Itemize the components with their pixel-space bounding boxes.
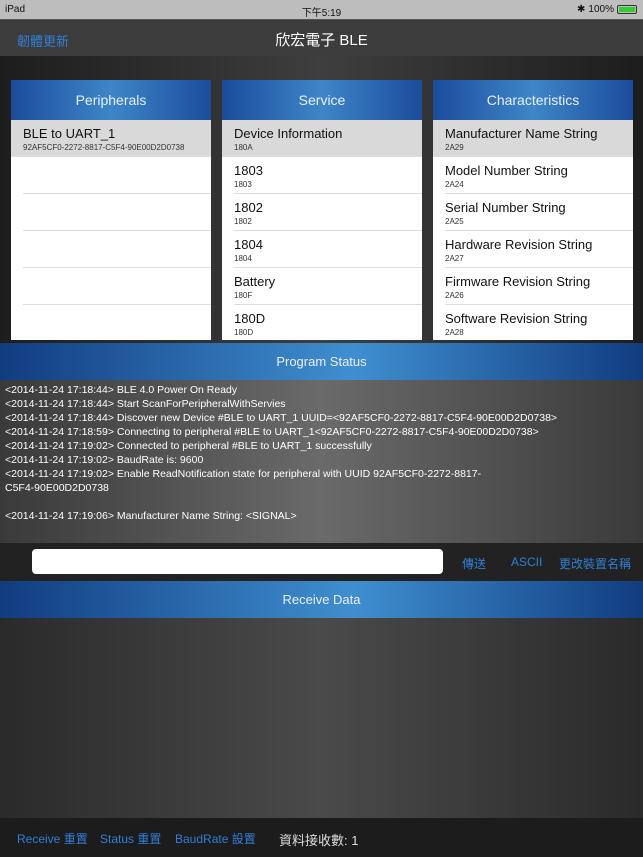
received-count: 資料接收數: 1 <box>279 833 359 848</box>
clock: 下午5:19 <box>301 8 342 19</box>
item-title: Hardware Revision String <box>445 237 593 252</box>
item-uuid: 2A27 <box>445 254 464 263</box>
list-item[interactable]: 180D 180D <box>234 305 422 340</box>
item-uuid: 180A <box>234 143 253 152</box>
item-title: 1804 <box>234 237 263 252</box>
item-title: Firmware Revision String <box>445 274 591 289</box>
item-uuid: 180F <box>234 291 253 300</box>
send-button[interactable]: 傳送 <box>462 555 486 572</box>
item-title: Serial Number String <box>445 200 566 215</box>
input-bar: 傳送 ASCII 更改裝置名稱 <box>0 543 643 581</box>
item-title: Manufacturer Name String <box>445 126 598 141</box>
list-item[interactable]: 1803 1803 <box>234 157 422 194</box>
item-title: Device Information <box>234 126 343 141</box>
item-uuid: 2A29 <box>445 143 464 152</box>
item-uuid: 1803 <box>234 180 252 189</box>
item-title: Software Revision String <box>445 311 588 326</box>
battery-percent: 100% <box>588 4 614 15</box>
status-bar: iPad 下午5:19 ✱ 100% <box>0 0 643 19</box>
item-uuid: 2A26 <box>445 291 464 300</box>
list-item[interactable]: 1802 1802 <box>234 194 422 231</box>
receive-reset-button[interactable]: Receive 重置 <box>17 830 88 847</box>
baudrate-button[interactable]: BaudRate 設置 <box>175 830 256 847</box>
service-header: Service <box>222 80 422 120</box>
bottom-toolbar: Receive 重置 Status 重置 BaudRate 設置 資料接收數: … <box>0 818 643 857</box>
list-item[interactable]: Software Revision String 2A28 <box>445 305 633 340</box>
receive-data-area[interactable] <box>0 618 643 818</box>
item-uuid: 1804 <box>234 254 252 263</box>
receive-data-header: Receive Data <box>0 581 643 618</box>
characteristics-panel: Characteristics Manufacturer Name String 2… <box>433 80 633 340</box>
list-item[interactable]: Model Number String 2A24 <box>445 157 633 194</box>
list-item[interactable]: Device Information 180A <box>222 120 422 157</box>
item-uuid: 2A28 <box>445 328 464 337</box>
characteristics-header: Characteristics <box>433 80 633 120</box>
item-uuid: 180D <box>234 328 254 337</box>
service-panel: Service Device Information 180A 1803 1803 180… <box>222 80 422 340</box>
page-title: 欣宏電子 BLE <box>275 32 368 49</box>
list-item[interactable]: Firmware Revision String 2A26 <box>445 268 633 305</box>
item-title: 180D <box>234 311 266 326</box>
program-status-header: Program Status <box>0 343 643 380</box>
item-uuid: 92AF5CF0-2272-8817-C5F4-90E00D2D0738 <box>23 143 185 152</box>
item-title: Model Number String <box>445 163 568 178</box>
item-uuid: 2A24 <box>445 180 464 189</box>
rename-device-button[interactable]: 更改裝置名稱 <box>559 555 631 572</box>
list-item[interactable]: Serial Number String 2A25 <box>445 194 633 231</box>
item-title: 1802 <box>234 200 263 215</box>
item-title: Battery <box>234 274 276 289</box>
item-uuid: 2A25 <box>445 217 464 226</box>
battery-icon <box>617 5 637 14</box>
ascii-button[interactable]: ASCII <box>511 555 542 569</box>
item-uuid: 1802 <box>234 217 252 226</box>
item-title: BLE to UART_1 <box>23 126 116 141</box>
list-item[interactable] <box>23 194 211 231</box>
list-item[interactable] <box>23 305 211 340</box>
item-title: 1803 <box>234 163 263 178</box>
status-reset-button[interactable]: Status 重置 <box>100 830 161 847</box>
list-item[interactable] <box>23 268 211 305</box>
send-input[interactable] <box>32 549 443 574</box>
nav-bar: 韌體更新 欣宏電子 BLE <box>0 19 643 56</box>
list-item[interactable]: BLE to UART_1 92AF5CF0-2272-8817-C5F4-90E… <box>11 120 211 157</box>
list-item[interactable] <box>23 231 211 268</box>
peripherals-header: Peripherals <box>11 80 211 120</box>
list-item[interactable]: Manufacturer Name String 2A29 <box>433 120 633 157</box>
list-item[interactable] <box>23 157 211 194</box>
list-item[interactable]: Hardware Revision String 2A27 <box>445 231 633 268</box>
bluetooth-icon: ✱ <box>577 4 586 15</box>
peripherals-panel: Peripherals BLE to UART_1 92AF5CF0-2272-88… <box>11 80 211 340</box>
program-status-log: <2014-11-24 17:18:44> BLE 4.0 Power On R… <box>0 380 643 543</box>
list-item[interactable]: 1804 1804 <box>234 231 422 268</box>
list-item[interactable]: Battery 180F <box>234 268 422 305</box>
